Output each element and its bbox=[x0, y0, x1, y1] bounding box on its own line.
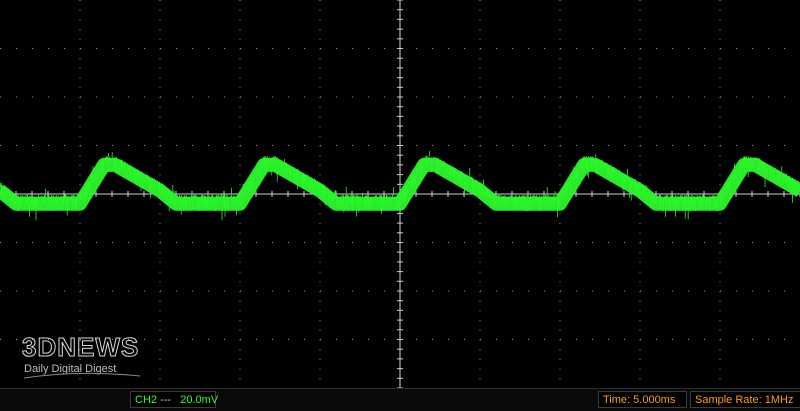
rate-label: Sample Rate: bbox=[695, 394, 762, 406]
time-label: Time: bbox=[603, 394, 631, 406]
timebase-readout[interactable]: Time: 5.000ms bbox=[598, 391, 687, 408]
sample-rate-readout[interactable]: Sample Rate: 1MHz bbox=[690, 391, 800, 408]
volts-per-div: 20.0mV bbox=[180, 394, 219, 406]
coupling-icon: --- bbox=[160, 394, 172, 406]
channel-label: CH2 bbox=[135, 394, 158, 406]
channel-readout[interactable]: CH2 --- 20.0mV bbox=[130, 391, 219, 408]
watermark-brand: 3DNEWS bbox=[22, 332, 139, 362]
time-value: 5.000ms bbox=[633, 394, 676, 406]
status-bar: CH2 --- 20.0mV Time: 5.000ms Sample Rate… bbox=[0, 388, 800, 411]
3dnews-watermark: 3DNEWS Daily Digital Digest bbox=[22, 332, 141, 379]
rate-value: 1MHz bbox=[764, 394, 794, 406]
